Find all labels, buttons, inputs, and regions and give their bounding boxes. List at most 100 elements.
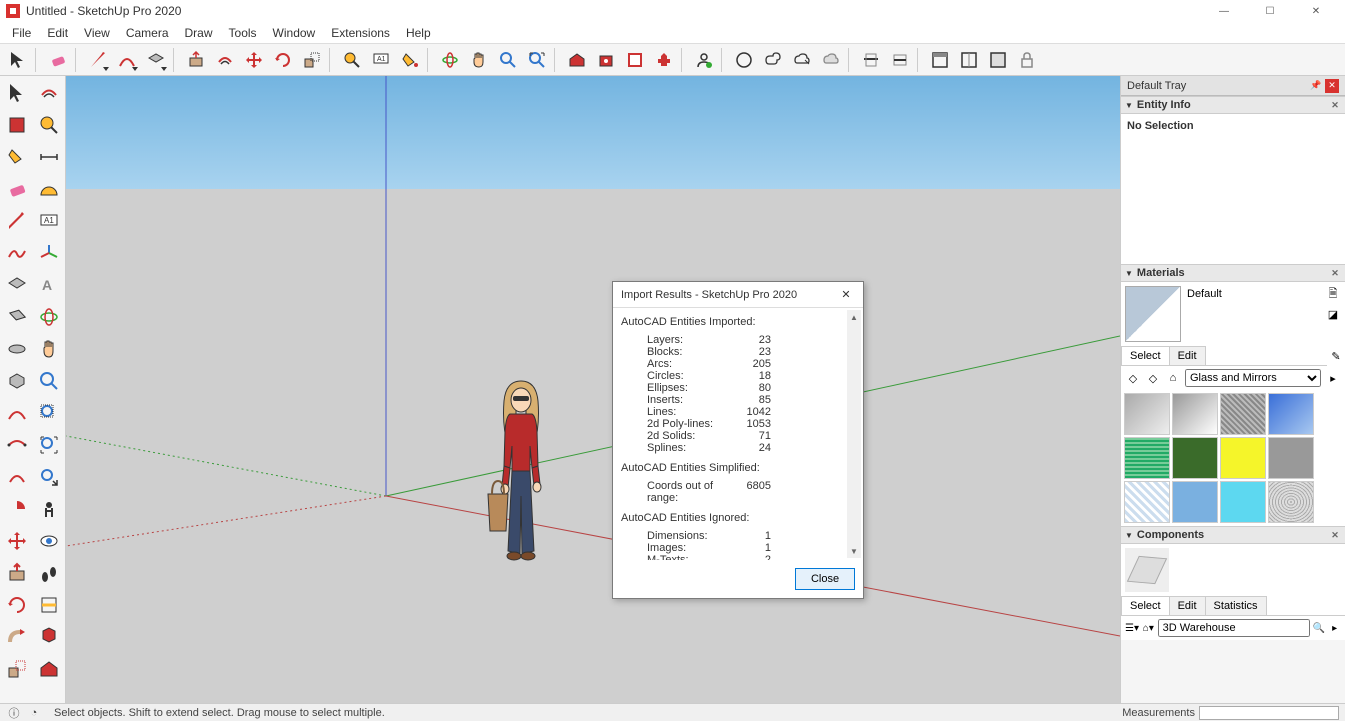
- material-swatch[interactable]: [1124, 481, 1170, 523]
- extension-manager-icon[interactable]: [650, 46, 677, 73]
- materials-tab-edit[interactable]: Edit: [1169, 346, 1206, 365]
- axes-icon[interactable]: [34, 238, 64, 268]
- select-icon[interactable]: [2, 78, 32, 108]
- pan-tool-icon[interactable]: [465, 46, 492, 73]
- material-category-select[interactable]: Glass and Mirrors: [1185, 369, 1321, 387]
- menu-extensions[interactable]: Extensions: [323, 24, 398, 42]
- rotated-rectangle-icon[interactable]: [2, 302, 32, 332]
- rotate-tool-icon[interactable]: [269, 46, 296, 73]
- lock-icon[interactable]: [1013, 46, 1040, 73]
- section-display-icon[interactable]: [886, 46, 913, 73]
- user-icon[interactable]: [690, 46, 717, 73]
- material-swatch[interactable]: [1172, 393, 1218, 435]
- solid-trim-icon[interactable]: [817, 46, 844, 73]
- nav-home-icon[interactable]: ⌂: [1165, 370, 1181, 386]
- extension-warehouse-icon[interactable]: [592, 46, 619, 73]
- warehouse-icon2[interactable]: [34, 654, 64, 684]
- offset-tool-icon[interactable]: [211, 46, 238, 73]
- arc-icon[interactable]: [2, 398, 32, 428]
- maximize-button[interactable]: ☐: [1247, 0, 1293, 22]
- material-menu-icon[interactable]: ▸: [1325, 370, 1341, 386]
- freehand-icon[interactable]: [2, 238, 32, 268]
- close-button[interactable]: Close: [795, 568, 855, 590]
- 3dtext-icon[interactable]: A: [34, 270, 64, 300]
- polygon-icon[interactable]: [2, 366, 32, 396]
- components-tab-select[interactable]: Select: [1121, 596, 1170, 615]
- rotate-icon[interactable]: [2, 590, 32, 620]
- eyedropper-icon[interactable]: ✎: [1327, 350, 1345, 363]
- views-top-icon[interactable]: [955, 46, 982, 73]
- paint-icon[interactable]: [2, 142, 32, 172]
- 3point-arc-icon[interactable]: [2, 462, 32, 492]
- view-options-icon[interactable]: ☰▾: [1125, 620, 1139, 636]
- material-create-icon[interactable]: 🗎: [1325, 286, 1341, 302]
- offset-icon[interactable]: [34, 78, 64, 108]
- zoom-extents-icon[interactable]: [523, 46, 550, 73]
- section-icon[interactable]: [34, 590, 64, 620]
- text-tool-icon[interactable]: A1: [367, 46, 394, 73]
- look-around-icon[interactable]: [34, 526, 64, 556]
- pan-icon[interactable]: [34, 334, 64, 364]
- tray-pin-icon[interactable]: 📌: [1309, 79, 1323, 93]
- tray-close-icon[interactable]: ✕: [1325, 79, 1339, 93]
- views-front-icon[interactable]: [984, 46, 1011, 73]
- material-swatch[interactable]: [1268, 393, 1314, 435]
- material-swatch[interactable]: [1220, 481, 1266, 523]
- walk-icon[interactable]: [34, 558, 64, 588]
- 3d-viewport[interactable]: Import Results - SketchUp Pro 2020 ✕ Aut…: [66, 76, 1120, 703]
- zoom-window-icon[interactable]: [34, 398, 64, 428]
- outliner-icon[interactable]: [34, 622, 64, 652]
- menu-help[interactable]: Help: [398, 24, 439, 42]
- pushpull-tool-icon[interactable]: [182, 46, 209, 73]
- views-iso-icon[interactable]: [926, 46, 953, 73]
- solid-union-icon[interactable]: [730, 46, 757, 73]
- material-default-icon[interactable]: ◪: [1325, 306, 1341, 322]
- tape-icon[interactable]: [34, 110, 64, 140]
- eraser-tool-icon[interactable]: [44, 46, 71, 73]
- material-swatch[interactable]: [1220, 437, 1266, 479]
- dimensions-icon[interactable]: [34, 142, 64, 172]
- position-camera-icon[interactable]: [34, 494, 64, 524]
- circle-icon[interactable]: [2, 334, 32, 364]
- components-header[interactable]: ▼ Components ✕: [1121, 526, 1345, 544]
- protractor-icon[interactable]: [34, 174, 64, 204]
- layout-icon[interactable]: [621, 46, 648, 73]
- scroll-up-icon[interactable]: ▲: [847, 310, 861, 324]
- shape-tool-icon[interactable]: [142, 46, 169, 73]
- geo-icon[interactable]: ◔: [26, 706, 42, 720]
- previous-icon[interactable]: [34, 462, 64, 492]
- zoom-extents-icon2[interactable]: [34, 430, 64, 460]
- pushpull-icon[interactable]: [2, 558, 32, 588]
- section-plane-icon[interactable]: [857, 46, 884, 73]
- paint-bucket-icon[interactable]: [396, 46, 423, 73]
- select-tool-icon[interactable]: [4, 46, 31, 73]
- solid-intersect-icon[interactable]: [759, 46, 786, 73]
- move-icon[interactable]: [2, 526, 32, 556]
- nav-back-icon[interactable]: ◇: [1125, 370, 1141, 386]
- material-swatch[interactable]: [1172, 437, 1218, 479]
- measurements-input[interactable]: [1199, 706, 1339, 720]
- help-icon[interactable]: ⓘ: [6, 706, 22, 720]
- component-search-input[interactable]: [1158, 619, 1310, 637]
- orbit-tool-icon[interactable]: [436, 46, 463, 73]
- followme-icon[interactable]: [2, 622, 32, 652]
- 2point-arc-icon[interactable]: [2, 430, 32, 460]
- menu-camera[interactable]: Camera: [118, 24, 177, 42]
- scroll-down-icon[interactable]: ▼: [847, 544, 861, 558]
- materials-tab-select[interactable]: Select: [1121, 346, 1170, 365]
- pie-icon[interactable]: [2, 494, 32, 524]
- text-icon[interactable]: A1: [34, 206, 64, 236]
- material-swatch[interactable]: [1172, 481, 1218, 523]
- menu-view[interactable]: View: [76, 24, 118, 42]
- panel-close-icon[interactable]: ✕: [1329, 99, 1341, 111]
- home-icon[interactable]: ⌂▾: [1142, 620, 1155, 636]
- close-window-button[interactable]: ✕: [1293, 0, 1339, 22]
- menu-tools[interactable]: Tools: [221, 24, 265, 42]
- panel-close-icon[interactable]: ✕: [1329, 529, 1341, 541]
- entity-info-header[interactable]: ▼ Entity Info ✕: [1121, 96, 1345, 114]
- components-tab-edit[interactable]: Edit: [1169, 596, 1206, 615]
- material-swatch[interactable]: [1268, 481, 1314, 523]
- orbit-icon[interactable]: [34, 302, 64, 332]
- eraser-icon[interactable]: [2, 174, 32, 204]
- zoom-tool-icon[interactable]: [494, 46, 521, 73]
